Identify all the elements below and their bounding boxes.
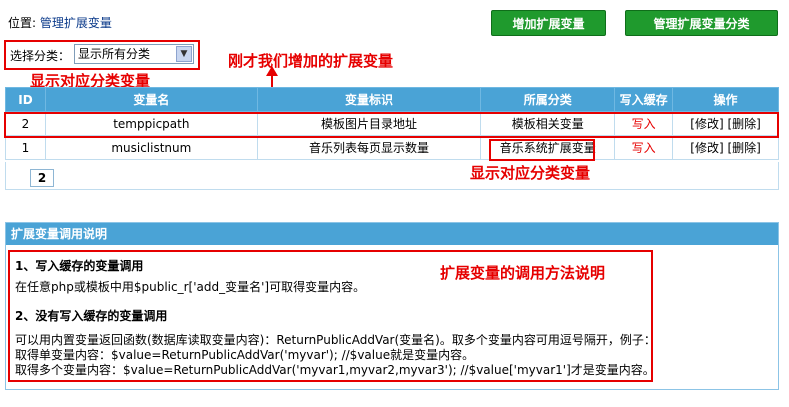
help-section1-title: 1、写入缓存的变量调用: [15, 259, 144, 273]
col-header-actions: 操作: [672, 87, 779, 112]
cache-link[interactable]: 写入: [632, 141, 656, 155]
help-section1-text: 在任意php或模板中用$public_r['add_变量名']可取得变量内容。: [15, 280, 366, 294]
col-header-cache: 写入缓存: [614, 87, 674, 112]
category-highlight: [489, 139, 595, 161]
row-cache: 写入: [614, 135, 674, 160]
help-title: 扩展变量调用说明: [6, 223, 778, 245]
table-row: 1 musiclistnum 音乐列表每页显示数量 音乐系统扩展变量 写入 [修…: [5, 135, 779, 160]
col-header-category: 所属分类: [480, 87, 616, 112]
row-label: 音乐列表每页显示数量: [256, 135, 482, 160]
row-highlight: [4, 112, 779, 138]
table-header-row: ID 变量名 变量标识 所属分类 写入缓存 操作: [5, 87, 779, 112]
delete-link[interactable]: [删除]: [727, 141, 760, 155]
page-button[interactable]: 2: [30, 169, 54, 187]
help-section2-line3: 取得多个变量内容：$value=ReturnPublicAddVar('myva…: [15, 363, 655, 377]
help-section2-title: 2、没有写入缓存的变量调用: [15, 309, 168, 323]
col-header-name: 变量名: [44, 87, 258, 112]
row-actions: [修改] [删除]: [672, 135, 779, 160]
col-header-id: ID: [5, 87, 46, 112]
annotation-usage-note: 扩展变量的调用方法说明: [440, 264, 606, 282]
edit-link[interactable]: [修改]: [690, 141, 723, 155]
row-name: musiclistnum: [44, 135, 258, 160]
col-header-label: 变量标识: [256, 87, 482, 112]
pagination-bar: [5, 162, 779, 190]
row-id: 1: [5, 135, 46, 160]
